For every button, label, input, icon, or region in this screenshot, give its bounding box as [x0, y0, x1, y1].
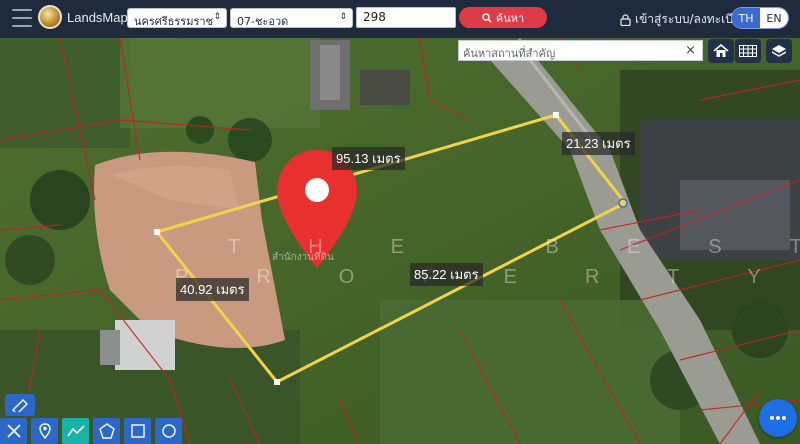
measure-bottom: 85.22 เมตร: [410, 263, 483, 286]
search-icon: [482, 12, 492, 23]
parcel-number-value: 298: [363, 10, 386, 24]
marker-icon: [38, 423, 51, 439]
home-icon: [713, 44, 729, 57]
more-options-button[interactable]: [759, 399, 797, 437]
district-select[interactable]: 07-ชะอวด ⇕: [230, 8, 353, 28]
chevron-updown-icon: ⇕: [213, 12, 221, 22]
circle-icon: [161, 424, 176, 438]
home-button[interactable]: [708, 39, 734, 63]
language-toggle: TH EN: [731, 7, 789, 29]
circle-tool[interactable]: [155, 418, 182, 444]
top-navbar: LandsMaps นครศรีธรรมราช ⇕ 07-ชะอวด ⇕ 298…: [0, 0, 800, 38]
polygon-tool[interactable]: [93, 418, 120, 444]
menu-icon[interactable]: [12, 9, 32, 27]
rectangle-tool[interactable]: [124, 418, 151, 444]
parcel-label: สำนักงานที่ดิน: [272, 252, 334, 263]
watermark-line2: PROPERTY: [175, 266, 800, 288]
search-button[interactable]: ค้นหา: [459, 7, 547, 28]
measure-right: 21.23 เมตร: [562, 132, 635, 155]
place-search-input[interactable]: ค้นหาสถานที่สำคัญ ×: [458, 40, 703, 61]
province-value: นครศรีธรรมราช: [134, 15, 214, 28]
draw-toolbar: [0, 418, 186, 444]
line-tool[interactable]: [62, 418, 89, 444]
layers-button[interactable]: [766, 39, 792, 63]
measure-tool[interactable]: [0, 418, 27, 444]
close-icon[interactable]: ×: [685, 43, 696, 58]
ruler-tool[interactable]: [5, 394, 35, 416]
measure-left: 40.92 เมตร: [176, 278, 249, 301]
place-search-placeholder: ค้นหาสถานที่สำคัญ: [463, 47, 556, 60]
marker-tool[interactable]: [31, 418, 58, 444]
rectangle-icon: [130, 424, 145, 438]
cross-ruler-icon: [6, 424, 21, 438]
province-select[interactable]: นครศรีธรรมราช ⇕: [127, 8, 227, 28]
lang-en-button[interactable]: EN: [760, 8, 788, 28]
parcel-number-input[interactable]: 298: [356, 7, 456, 28]
district-value: 07-ชะอวด: [237, 15, 289, 28]
polygon-icon: [98, 423, 115, 439]
grid-button[interactable]: [735, 39, 761, 63]
lang-th-button[interactable]: TH: [732, 8, 760, 28]
layers-icon: [771, 44, 787, 57]
map-canvas[interactable]: THE BEST PROPERTY สำนักงานที่ดิน 95.13 เ…: [0, 38, 800, 444]
search-button-label: ค้นหา: [495, 11, 525, 25]
measure-top: 95.13 เมตร: [332, 147, 405, 170]
chevron-updown-icon: ⇕: [339, 12, 347, 22]
more-icon: [770, 416, 786, 420]
lock-icon: [620, 13, 631, 26]
grid-icon: [739, 45, 757, 57]
ruler-icon: [12, 399, 28, 412]
landsmaps-logo[interactable]: [38, 5, 62, 29]
brand-name: LandsMaps: [67, 10, 135, 25]
login-register-link[interactable]: เข้าสู่ระบบ/ลงทะเบียน: [620, 10, 748, 29]
line-icon: [66, 425, 85, 437]
